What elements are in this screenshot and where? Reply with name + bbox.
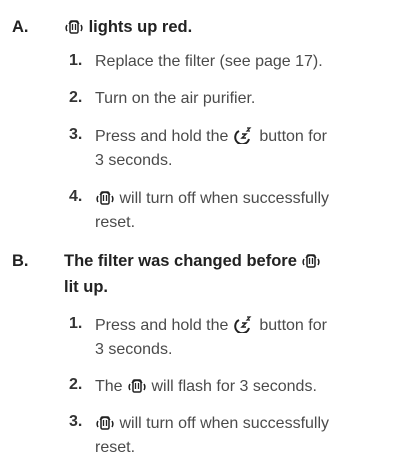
step-number: 3. (69, 413, 83, 430)
filter-reset-icon (64, 15, 84, 35)
sleep-mode-icon (233, 313, 255, 333)
filter-reset-icon (95, 411, 115, 431)
filter-reset-icon (127, 374, 147, 394)
section-title: The filter was changed before lit up. (64, 248, 364, 300)
step-text: Turn on the air purifier. (95, 90, 256, 107)
step-text: Press and hold the button for 3 seconds. (95, 313, 391, 362)
step-text: Press and hold the button for 3 seconds. (95, 124, 391, 173)
filter-reset-icon (95, 186, 115, 206)
step-number: 2. (69, 376, 83, 393)
step-text: will turn off when successfully reset. (95, 186, 391, 235)
instruction-page: A. lights up red. 1. Replace the filter … (0, 0, 398, 472)
filter-reset-icon (301, 249, 321, 269)
step-number: 1. (69, 315, 83, 332)
step-number: 3. (69, 126, 83, 143)
step-text: will turn off when successfully reset. (95, 411, 391, 460)
sleep-mode-icon (233, 124, 255, 144)
section-title-text: lights up red. (88, 18, 193, 36)
step-text: The will flash for 3 seconds. (95, 374, 391, 399)
section-title: lights up red. (64, 14, 364, 40)
section-letter: B. (12, 252, 29, 270)
step-number: 2. (69, 89, 83, 106)
step-number: 1. (69, 52, 83, 69)
step-number: 4. (69, 188, 83, 205)
section-letter: A. (12, 18, 29, 36)
step-text: Replace the filter (see page 17). (95, 53, 323, 70)
